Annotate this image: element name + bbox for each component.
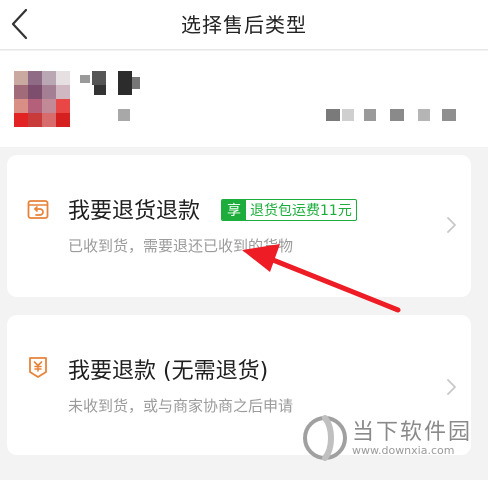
blurred-product-detail (118, 109, 130, 121)
page-title: 选择售后类型 (181, 13, 307, 37)
return-package-icon (27, 200, 49, 219)
refund-money-icon (29, 357, 47, 378)
free-return-shipping-badge: 享 退货包运费11元 (221, 199, 357, 221)
blurred-product-name (80, 71, 150, 101)
product-thumbnail (14, 71, 70, 127)
chevron-right-icon (447, 217, 456, 233)
top-bar: 选择售后类型 (0, 0, 488, 50)
blurred-product-price (326, 109, 466, 121)
badge-text: 退货包运费11元 (250, 203, 352, 219)
option-title: 我要退款 (无需退货) (68, 359, 269, 384)
option-description: 已收到货，需要退还已收到的货物 (68, 237, 294, 255)
chevron-right-icon (447, 379, 456, 395)
option-refund-only[interactable]: 我要退款 (无需退货) 未收到货，或与商家协商之后申请 (7, 315, 471, 455)
product-summary (0, 51, 488, 147)
badge-tag: 享 (222, 200, 246, 220)
option-description: 未收到货，或与商家协商之后申请 (68, 397, 294, 415)
option-return-refund[interactable]: 我要退货退款 享 退货包运费11元 已收到货，需要退还已收到的货物 (7, 155, 471, 297)
option-title: 我要退货退款 (68, 199, 201, 224)
